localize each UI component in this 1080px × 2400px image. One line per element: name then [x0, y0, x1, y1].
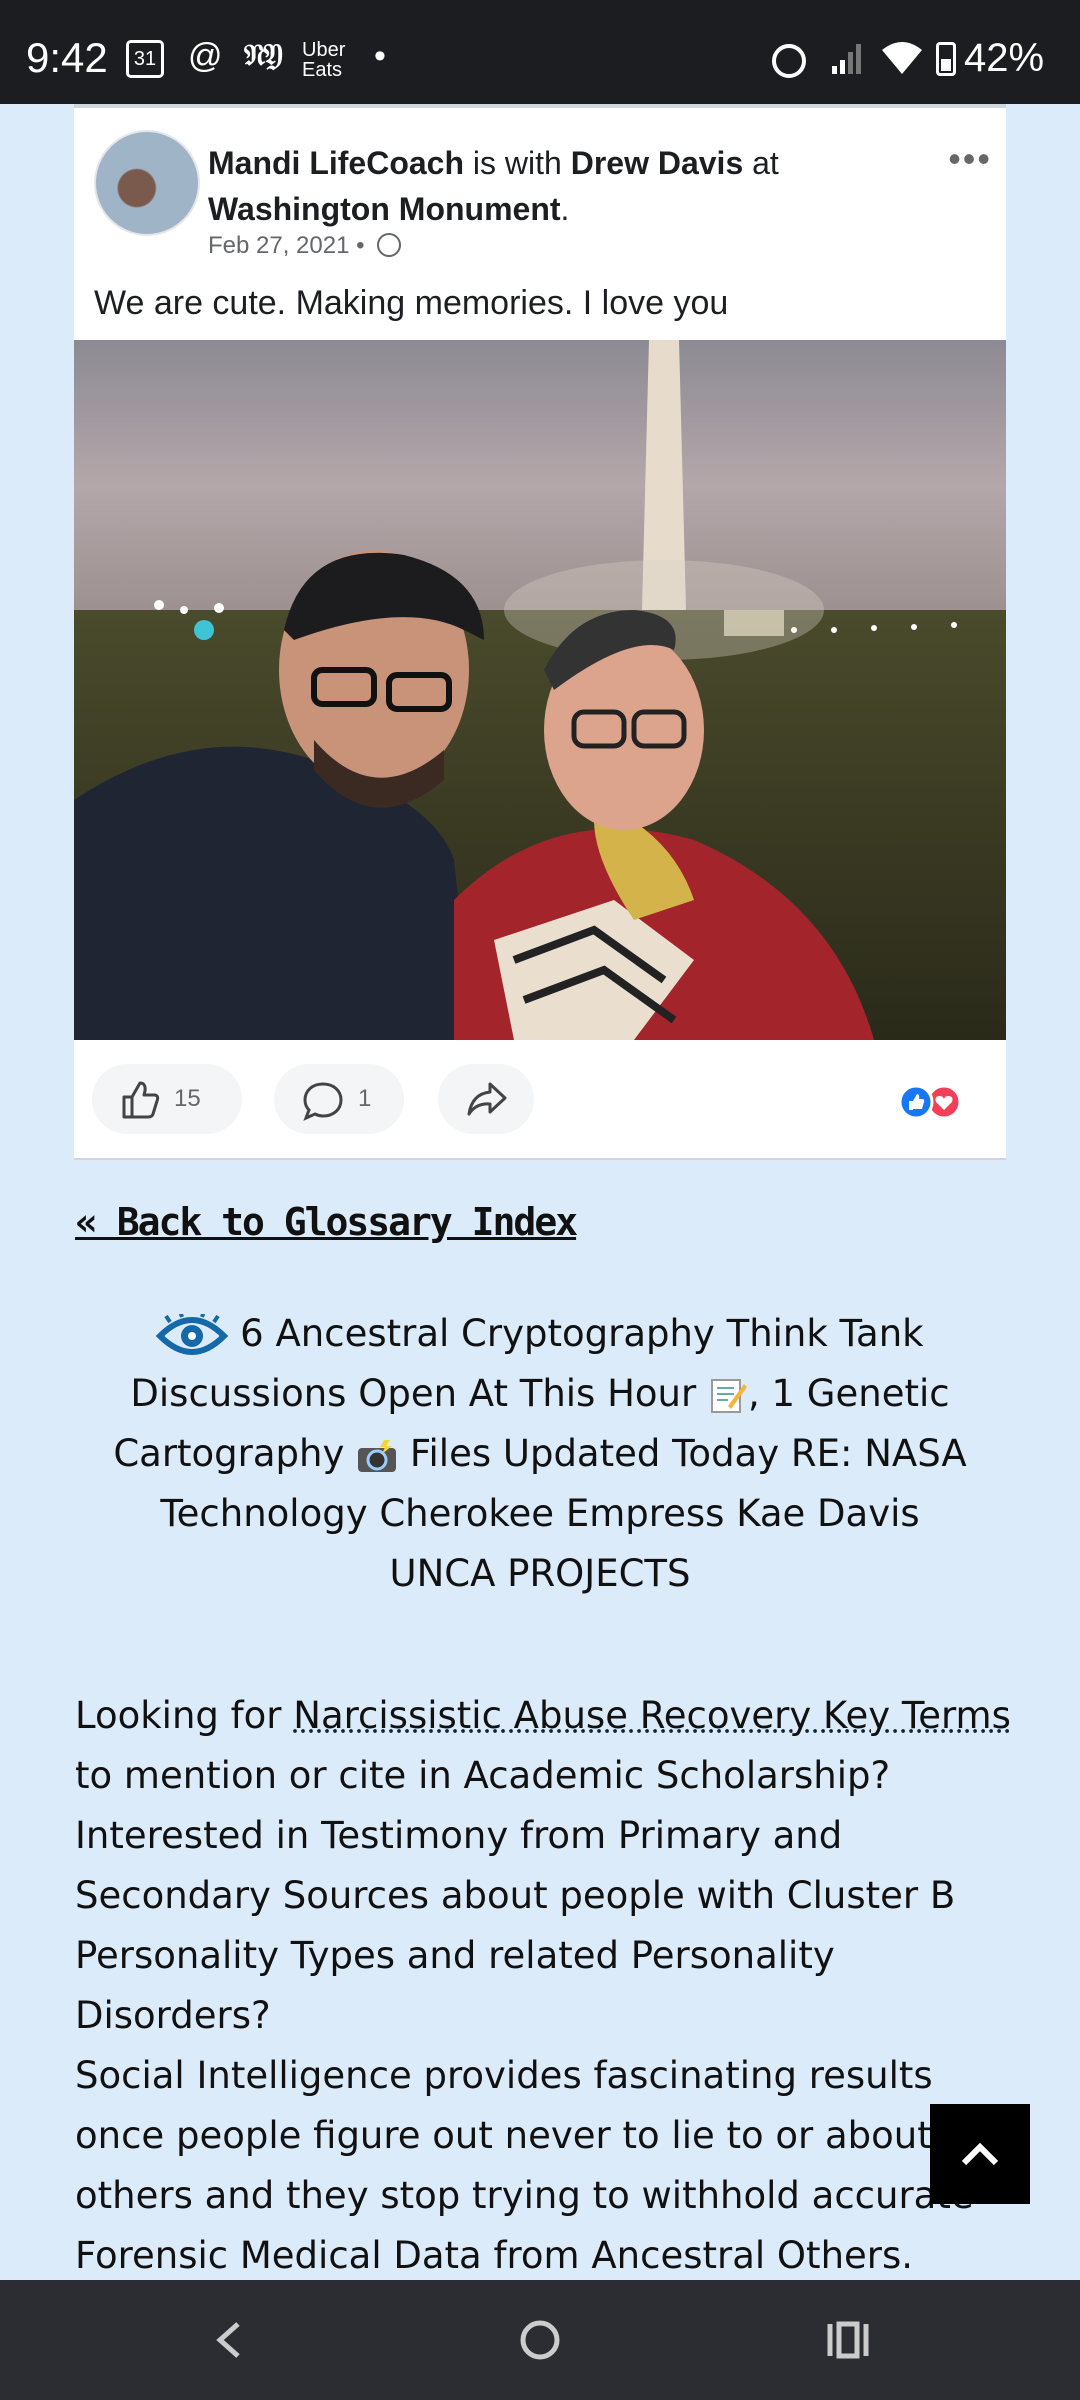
post-at-text: at — [752, 145, 779, 181]
share-button[interactable] — [438, 1064, 534, 1134]
eye-icon — [156, 1313, 229, 1355]
para1-before: Looking for — [75, 1694, 282, 1737]
post-location[interactable]: Washington Monument — [208, 191, 561, 227]
wifi-icon — [880, 40, 924, 76]
status-bar: 9:42 31 @ 𝔑𝔜 Uber Eats • 42% — [0, 0, 1080, 104]
recents-icon[interactable] — [808, 2308, 888, 2372]
threads-icon: @ — [188, 37, 223, 75]
home-icon[interactable] — [500, 2308, 580, 2372]
ubereats-icon: Uber Eats — [302, 39, 346, 81]
camera-flash-icon — [358, 1439, 397, 1472]
globe-icon — [377, 233, 402, 257]
comment-count: 1 — [358, 1085, 372, 1112]
status-time: 9:42 — [26, 34, 108, 81]
chevron-up-icon — [961, 2142, 999, 2166]
post-date[interactable]: Feb 27, 2021 — [208, 232, 349, 259]
post-with-text: is with — [472, 145, 562, 181]
facebook-post-embed: Mandi LifeCoach is with Drew Davis at Wa… — [74, 104, 1006, 1158]
avatar[interactable] — [94, 130, 200, 236]
notification-dot-icon: • — [374, 37, 386, 75]
signal-icon — [830, 40, 866, 76]
intro-paragraph: Looking for Narcissistic Abuse Recovery … — [75, 1686, 1015, 2046]
more-options-icon[interactable]: ••• — [948, 138, 992, 180]
social-intelligence-paragraph: Social Intelligence provides fascinating… — [75, 2054, 974, 2277]
post-photo[interactable] — [74, 340, 1006, 1040]
para1-after: to mention or cite in Academic Scholarsh… — [75, 1754, 956, 2037]
back-to-glossary-link[interactable]: « Back to Glossary Index — [75, 1200, 578, 1244]
battery-icon — [936, 42, 956, 76]
comment-button[interactable]: 1 — [274, 1064, 404, 1134]
memo-icon — [710, 1378, 747, 1413]
system-nav-bar — [0, 2280, 1080, 2400]
alarm-icon — [772, 44, 806, 78]
post-action-bar: 15 1 — [74, 1040, 1006, 1154]
back-icon[interactable] — [190, 2308, 270, 2372]
battery-percentage: 42% — [964, 36, 1045, 80]
like-count: 15 — [174, 1085, 201, 1112]
share-icon — [467, 1082, 507, 1116]
like-button[interactable]: 15 — [92, 1064, 242, 1134]
calendar-icon: 31 — [126, 40, 164, 78]
comment-icon — [303, 1082, 343, 1121]
key-terms-link[interactable]: Narcissistic Abuse Recovery Key Terms — [293, 1694, 1011, 1737]
post-author[interactable]: Mandi LifeCoach — [208, 145, 464, 181]
status-headline: 6 Ancestral Cryptography Think Tank Disc… — [110, 1304, 970, 1604]
post-header: Mandi LifeCoach is with Drew Davis at Wa… — [208, 145, 779, 227]
post-tagged-person[interactable]: Drew Davis — [571, 145, 744, 181]
post-meta: Feb 27, 2021 • — [208, 232, 402, 260]
post-text: We are cute. Making memories. I love you — [94, 284, 729, 322]
news-app-icon: 𝔑𝔜 — [244, 39, 283, 72]
thumbs-up-icon — [122, 1081, 160, 1119]
reactions-icon[interactable] — [890, 1084, 962, 1120]
scroll-to-top-button[interactable] — [930, 2104, 1030, 2204]
